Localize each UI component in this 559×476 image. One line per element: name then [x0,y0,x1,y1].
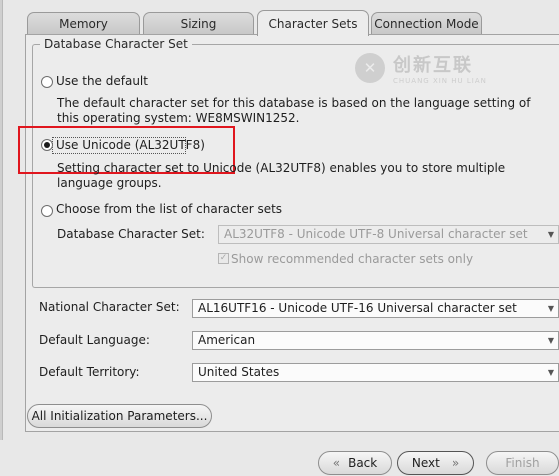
radio-use-default-label[interactable]: Use the default [56,74,148,88]
next-button[interactable]: Next » [397,451,474,475]
default-territory-select[interactable]: United States ▼ [192,363,559,382]
database-character-set-select[interactable]: AL32UTF8 - Unicode UTF-8 Universal chara… [218,225,559,244]
finish-label: Finish [505,456,540,470]
radio-use-unicode-label[interactable]: Use Unicode (AL32UTF8) [56,138,205,152]
national-character-set-label: National Character Set: [39,300,180,314]
watermark-icon: ✕ [355,53,385,83]
watermark-text: 创新互联 CHUANG XIN HU LIAN [393,51,487,85]
watermark-sub-text: CHUANG XIN HU LIAN [393,77,487,85]
all-initialization-parameters-button[interactable]: All Initialization Parameters... [27,404,212,428]
finish-button[interactable]: Finish [486,451,559,475]
radio-use-unicode[interactable] [41,139,53,151]
national-character-set-value: AL16UTF16 - Unicode UTF-16 Universal cha… [198,301,517,315]
back-icon: « [332,456,341,470]
group-title: Database Character Set [40,37,192,51]
tab-sizing[interactable]: Sizing [143,12,254,34]
default-language-label: Default Language: [39,333,150,347]
tab-connection-mode-label: Connection Mode [374,16,479,31]
radio-choose-from-list-label[interactable]: Choose from the list of character sets [56,202,282,216]
next-label: Next [411,456,440,470]
national-character-set-select[interactable]: AL16UTF16 - Unicode UTF-16 Universal cha… [192,299,559,318]
use-default-description: The default character set for this datab… [57,96,531,125]
database-character-set-label: Database Character Set: [57,227,205,241]
dbca-character-sets-window: Memory Sizing Character Sets Connection … [0,0,559,476]
all-initialization-parameters-label: All Initialization Parameters... [31,409,208,423]
next-icon: » [451,456,460,470]
back-label: Back [348,456,378,470]
chevron-down-icon: ▼ [547,368,555,377]
chevron-down-icon: ▼ [547,336,555,345]
use-unicode-description: Setting character set to Unicode (AL32UT… [57,161,506,190]
tab-memory-label: Memory [59,16,108,31]
default-territory-value: United States [198,365,280,379]
watermark-main-text: 创新互联 [393,55,473,76]
tab-character-sets-label: Character Sets [268,16,358,31]
tab-sizing-label: Sizing [180,16,217,31]
default-language-select[interactable]: American ▼ [192,331,559,350]
radio-choose-from-list[interactable] [41,205,53,217]
tab-character-sets[interactable]: Character Sets [257,10,369,36]
window-edge [0,0,3,476]
tab-memory[interactable]: Memory [27,12,140,34]
chevron-down-icon: ▼ [547,230,555,239]
default-territory-label: Default Territory: [39,365,140,379]
default-language-value: American [198,333,256,347]
show-recommended-label[interactable]: Show recommended character sets only [231,252,473,266]
back-button[interactable]: « Back [318,451,392,475]
tab-connection-mode[interactable]: Connection Mode [371,12,482,34]
chevron-down-icon: ▼ [547,304,555,313]
database-character-set-value: AL32UTF8 - Unicode UTF-8 Universal chara… [224,227,528,241]
show-recommended-checkbox[interactable]: ✓ [218,253,229,264]
watermark-logo: ✕ 创新互联 CHUANG XIN HU LIAN [355,51,545,85]
navigation-bar [0,440,559,476]
radio-use-default[interactable] [41,76,53,88]
